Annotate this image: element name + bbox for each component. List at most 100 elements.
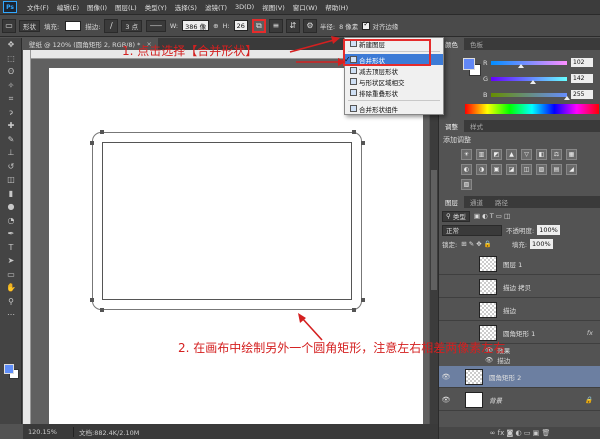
crop-tool-icon[interactable]: ⌗ — [0, 92, 22, 106]
blue-value-input[interactable]: 255 — [571, 90, 593, 99]
menu-view[interactable]: 视图(V) — [258, 2, 289, 12]
blend-mode-select[interactable]: 正常 — [442, 224, 502, 236]
height-input[interactable]: 26 — [233, 20, 248, 31]
layer-row[interactable]: 描边 — [439, 299, 600, 321]
history-brush-tool-icon[interactable]: ↺ — [0, 160, 22, 174]
layers-footer[interactable]: ∞ fx ◙ ◐ ▭ ▣ 🗑 — [439, 427, 600, 439]
zoom-tool-icon[interactable]: ⚲ — [0, 295, 22, 309]
lock-icons[interactable]: ⊞ ✎ ✥ 🔒 — [461, 240, 492, 248]
opacity-input[interactable]: 100% — [537, 225, 560, 235]
stroke-width-select[interactable]: 3 点 — [121, 19, 143, 32]
eraser-tool-icon[interactable]: ◫ — [0, 173, 22, 187]
stroke-type-select[interactable]: ─── — [146, 19, 166, 32]
anchor-point[interactable] — [90, 298, 94, 302]
tab-channels[interactable]: 通道 — [464, 196, 489, 208]
adjustment-icon[interactable]: ▣ — [491, 164, 502, 175]
brush-tool-icon[interactable]: ✎ — [0, 133, 22, 147]
red-value-input[interactable]: 102 — [571, 58, 593, 67]
anchor-point[interactable] — [352, 308, 356, 312]
align-edges-checkbox[interactable] — [362, 20, 371, 30]
tab-paths[interactable]: 路径 — [489, 196, 514, 208]
stroke-swatch-icon[interactable]: ∕ — [104, 18, 119, 33]
adjustment-icon[interactable]: ◩ — [491, 149, 502, 160]
radius-value[interactable]: 8 像素 — [339, 19, 358, 33]
adjustment-icon[interactable]: ▽ — [521, 149, 532, 160]
anchor-point[interactable] — [100, 130, 104, 134]
panel-foreground-color[interactable] — [463, 58, 475, 70]
rounded-rect-tool-icon[interactable]: ▭ — [2, 18, 16, 33]
menu-type[interactable]: 类型(Y) — [141, 2, 171, 12]
layer-row[interactable]: 👁 背景 🔒 — [439, 389, 600, 411]
zoom-level[interactable]: 120.15% — [23, 428, 73, 436]
blue-slider-track[interactable] — [491, 92, 570, 100]
adjustment-icon[interactable]: ◢ — [566, 164, 577, 175]
anchor-point[interactable] — [361, 298, 365, 302]
pen-tool-icon[interactable]: ✒ — [0, 227, 22, 241]
adjustment-icon[interactable]: ◑ — [476, 164, 487, 175]
filter-icons[interactable]: ▣ ◐ T ▭ ◫ — [474, 212, 510, 220]
rounded-rectangle-inner[interactable] — [102, 142, 352, 300]
menu-filter[interactable]: 滤镜(T) — [201, 2, 231, 12]
type-tool-icon[interactable]: T — [0, 241, 22, 255]
foreground-color-swatch[interactable] — [4, 364, 14, 374]
green-slider-thumb[interactable] — [530, 79, 537, 84]
anchor-point[interactable] — [100, 308, 104, 312]
menu-image[interactable]: 图像(I) — [83, 2, 111, 12]
blue-slider[interactable]: B 255 — [483, 90, 599, 100]
anchor-point[interactable] — [361, 141, 365, 145]
adjustment-icon[interactable]: ▨ — [536, 164, 547, 175]
green-value-input[interactable]: 142 — [571, 74, 593, 83]
settings-gear-icon[interactable]: ⚙ — [302, 18, 317, 33]
red-slider[interactable]: R 102 — [483, 58, 599, 68]
lasso-tool-icon[interactable]: ʘ — [0, 65, 22, 79]
blur-tool-icon[interactable]: ● — [0, 200, 22, 214]
hand-tool-icon[interactable]: ✋ — [0, 281, 22, 295]
fill-swatch[interactable] — [65, 20, 82, 31]
adjustment-icon[interactable]: ◐ — [461, 164, 472, 175]
menu-item-exclude-overlapping-shapes[interactable]: 排除重叠形状 — [345, 87, 443, 98]
adjustment-icon[interactable]: ▥ — [476, 149, 487, 160]
layer-row[interactable]: 描边 拷贝 — [439, 276, 600, 298]
blue-slider-thumb[interactable] — [564, 95, 570, 100]
move-tool-icon[interactable]: ✥ — [0, 38, 22, 52]
menu-help[interactable]: 帮助(H) — [321, 2, 352, 12]
adjustment-icon[interactable]: ▦ — [566, 149, 577, 160]
menu-item-intersect-shape-areas[interactable]: 与形状区域相交 — [345, 76, 443, 87]
tab-adjustments[interactable]: 调整 — [439, 120, 464, 132]
marquee-tool-icon[interactable]: ⬚ — [0, 52, 22, 66]
visibility-eye-icon[interactable]: 👁 — [439, 396, 453, 404]
path-selection-tool-icon[interactable]: ➤ — [0, 254, 22, 268]
adjustment-icon[interactable]: ▤ — [551, 164, 562, 175]
menu-3d[interactable]: 3D(D) — [231, 3, 258, 11]
adjustment-icon[interactable]: ☀ — [461, 149, 472, 160]
menu-item-merge-shape-components[interactable]: 合并形状组件 — [345, 103, 443, 114]
tab-layers[interactable]: 图层 — [439, 196, 464, 208]
menu-item-subtract-front-shape[interactable]: 减去顶层形状 — [345, 65, 443, 76]
fill-opacity-input[interactable]: 100% — [530, 239, 553, 249]
adjustment-icon[interactable]: ▲ — [506, 149, 517, 160]
clone-stamp-tool-icon[interactable]: ⊥ — [0, 146, 22, 160]
menu-select[interactable]: 选择(S) — [171, 2, 201, 12]
green-slider-track[interactable] — [491, 76, 567, 84]
layer-row[interactable]: 图层 1 — [439, 253, 600, 275]
stroke-effect-row[interactable]: 👁 描边 — [439, 355, 600, 365]
anchor-point[interactable] — [352, 130, 356, 134]
adjustment-icon[interactable]: ◪ — [506, 164, 517, 175]
menu-edit[interactable]: 编辑(E) — [53, 2, 83, 12]
layer-filter-select[interactable]: ⚲ 类型 — [442, 210, 470, 222]
stroke-effect-eye-icon[interactable]: 👁 — [485, 356, 493, 364]
tab-swatches[interactable]: 色板 — [464, 38, 489, 50]
layer-effects-badge[interactable]: fx — [587, 329, 593, 337]
red-slider-thumb[interactable] — [518, 63, 525, 68]
gradient-tool-icon[interactable]: ▮ — [0, 187, 22, 201]
eyedropper-tool-icon[interactable]: ɂ — [0, 106, 22, 120]
anchor-point[interactable] — [90, 141, 94, 145]
vertical-scroll-thumb[interactable] — [431, 170, 437, 290]
adjustment-icon[interactable]: ▧ — [461, 179, 472, 190]
menu-file[interactable]: 文件(F) — [23, 2, 53, 12]
healing-brush-tool-icon[interactable]: ✚ — [0, 119, 22, 133]
adjustment-icon[interactable]: ◫ — [521, 164, 532, 175]
more-tools-icon[interactable]: ⋯ — [0, 308, 22, 322]
path-arrangement-icon[interactable]: ⇵ — [285, 18, 300, 33]
menu-window[interactable]: 窗口(W) — [289, 2, 322, 12]
